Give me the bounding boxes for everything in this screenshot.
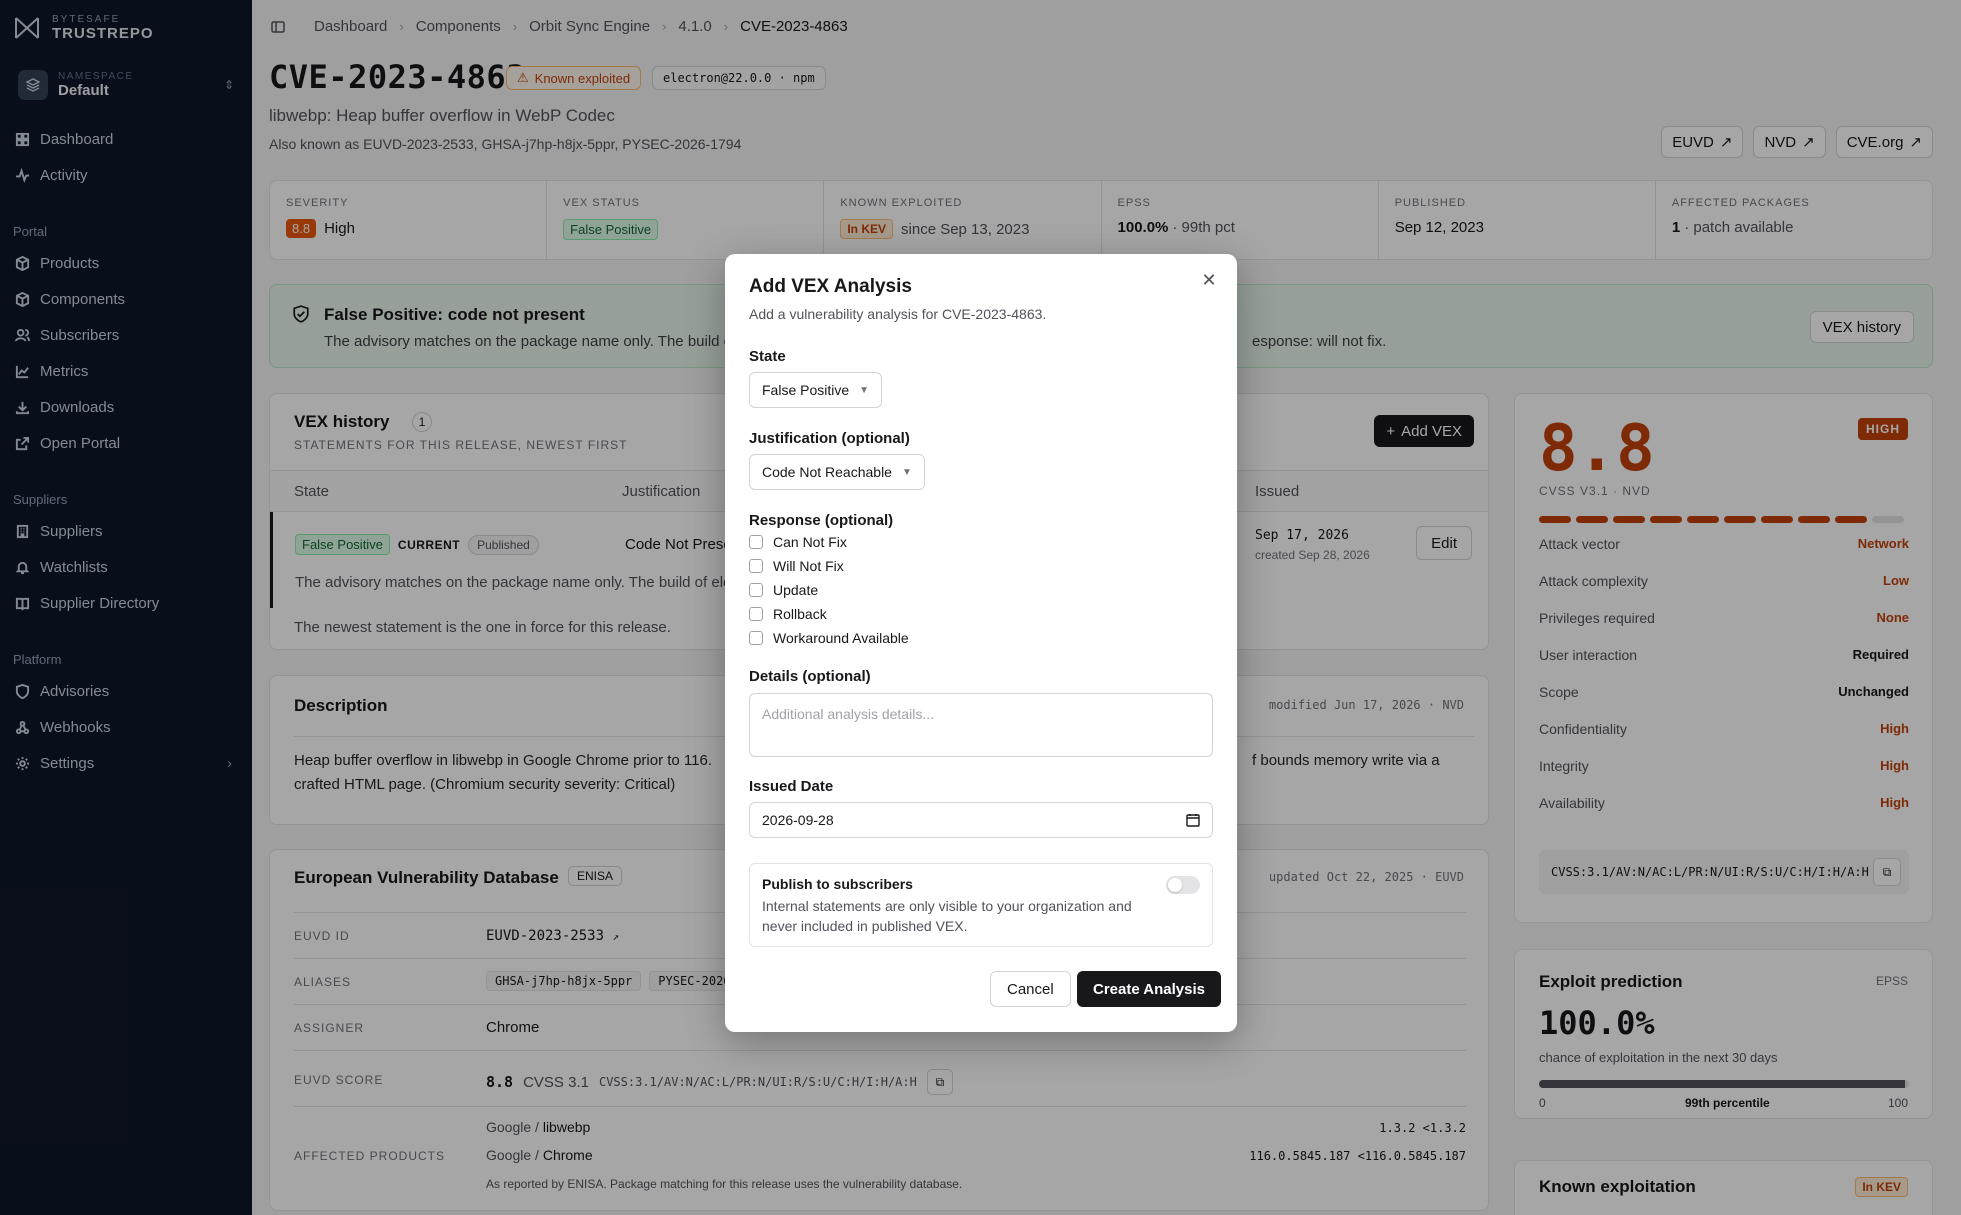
- publish-panel: Publish to subscribers Internal statemen…: [749, 863, 1213, 947]
- response-rollback[interactable]: Rollback: [749, 606, 827, 622]
- chevron-down-icon: ▼: [859, 384, 870, 396]
- checkbox[interactable]: [749, 607, 763, 621]
- response-workaround-available[interactable]: Workaround Available: [749, 630, 909, 646]
- response-can-not-fix[interactable]: Can Not Fix: [749, 534, 847, 550]
- issued-date-input[interactable]: 2026-09-28: [749, 802, 1213, 838]
- toggle-knob: [1168, 878, 1182, 892]
- checkbox[interactable]: [749, 535, 763, 549]
- justification-select[interactable]: Code Not Reachable ▼: [749, 454, 925, 490]
- close-icon[interactable]: ✕: [1199, 270, 1219, 290]
- checkbox[interactable]: [749, 583, 763, 597]
- publish-toggle[interactable]: [1166, 876, 1200, 894]
- calendar-icon[interactable]: [1186, 813, 1200, 827]
- publish-title: Publish to subscribers: [762, 876, 913, 892]
- chevron-down-icon: ▼: [901, 466, 912, 478]
- publish-description: Internal statements are only visible to …: [762, 898, 1132, 934]
- response-will-not-fix[interactable]: Will Not Fix: [749, 558, 844, 574]
- dialog-title: Add VEX Analysis: [749, 276, 912, 297]
- checkbox[interactable]: [749, 559, 763, 573]
- justification-label: Justification (optional): [749, 430, 910, 447]
- response-label: Response (optional): [749, 512, 894, 529]
- issued-date-label: Issued Date: [749, 778, 834, 795]
- state-label: State: [749, 348, 786, 365]
- state-select[interactable]: False Positive ▼: [749, 372, 883, 408]
- response-update[interactable]: Update: [749, 582, 818, 598]
- dialog-subtitle: Add a vulnerability analysis for CVE-202…: [749, 306, 1047, 322]
- create-analysis-button[interactable]: Create Analysis: [1077, 971, 1222, 1007]
- details-label: Details (optional): [749, 668, 871, 685]
- checkbox[interactable]: [749, 631, 763, 645]
- details-textarea[interactable]: Additional analysis details...: [749, 693, 1213, 757]
- add-vex-dialog: ✕ Add VEX Analysis Add a vulnerability a…: [725, 254, 1237, 1032]
- cancel-button[interactable]: Cancel: [990, 971, 1071, 1007]
